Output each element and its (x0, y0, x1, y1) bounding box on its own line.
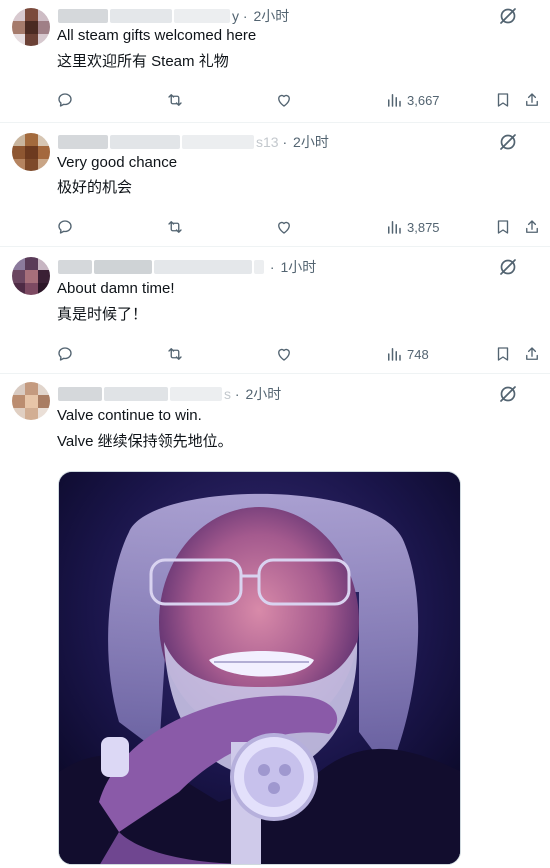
post-text-en: About damn time! (57, 280, 175, 297)
views-button[interactable]: 748 (385, 342, 429, 366)
post-time[interactable]: 2小时 (253, 6, 289, 26)
handle-redacted (254, 260, 264, 274)
share-button[interactable] (523, 215, 541, 239)
action-bar: 748 (0, 342, 550, 366)
views-count: 3,667 (407, 92, 440, 108)
share-icon (526, 93, 538, 106)
post-image[interactable] (58, 471, 461, 865)
post-text-zh: 真是时候了！ (57, 306, 148, 323)
handle-redacted[interactable] (110, 9, 172, 23)
handle-redacted (154, 260, 252, 274)
grok-icon[interactable] (498, 384, 518, 404)
portrait-photo (59, 472, 460, 864)
reply-icon (58, 93, 72, 107)
reply-button[interactable] (56, 88, 74, 112)
post[interactable]: · 1小时 About damn time! 真是时候了！ 748 (0, 247, 550, 374)
repost-button[interactable] (166, 88, 184, 112)
handle-fragment: s (224, 386, 231, 402)
post-text-en: Very good chance (57, 154, 178, 171)
display-name-redacted[interactable] (58, 260, 92, 274)
grok-icon[interactable] (498, 6, 518, 26)
action-bar: 3,667 (0, 88, 550, 112)
share-icon (526, 220, 538, 233)
post[interactable]: s13 · 2小时 Very good chance 极好的机会 3,875 (0, 123, 550, 247)
post-header: s13 · 2小时 (58, 132, 329, 152)
bookmark-icon (497, 347, 509, 361)
handle-redacted (170, 387, 222, 401)
repost-icon (168, 348, 182, 360)
timeline: y · 2小时 All steam gifts welcomed here 这里… (0, 0, 550, 868)
bookmark-button[interactable] (494, 215, 512, 239)
views-button[interactable]: 3,667 (385, 88, 440, 112)
grok-icon[interactable] (498, 132, 518, 152)
views-icon (388, 94, 401, 107)
post-text-zh: 极好的机会 (57, 179, 133, 196)
reply-button[interactable] (56, 215, 74, 239)
display-name-redacted[interactable] (58, 387, 102, 401)
post-text-zh: Valve 继续保持领先地位。 (57, 433, 233, 450)
post-text-en: All steam gifts welcomed here (57, 27, 257, 44)
action-bar: 3,875 (0, 215, 550, 239)
reply-button[interactable] (56, 342, 74, 366)
bookmark-button[interactable] (494, 88, 512, 112)
display-name-redacted[interactable] (58, 9, 108, 23)
handle-redacted[interactable] (104, 387, 168, 401)
reply-icon (58, 220, 72, 234)
bookmark-icon (497, 93, 509, 107)
handle-fragment: s13 (256, 134, 279, 150)
like-button[interactable] (275, 215, 293, 239)
post-text-en: Valve continue to win. (57, 407, 202, 424)
handle-redacted[interactable] (94, 260, 152, 274)
display-name-redacted[interactable] (58, 135, 108, 149)
repost-icon (168, 94, 182, 106)
views-button[interactable]: 3,875 (385, 215, 440, 239)
avatar[interactable] (12, 133, 50, 171)
repost-button[interactable] (166, 342, 184, 366)
like-icon (278, 348, 290, 361)
bookmark-button[interactable] (494, 342, 512, 366)
views-count: 748 (407, 346, 429, 362)
like-icon (278, 94, 290, 107)
bookmark-icon (497, 220, 509, 234)
grok-icon[interactable] (498, 257, 518, 277)
share-button[interactable] (523, 88, 541, 112)
handle-redacted[interactable] (110, 135, 180, 149)
avatar[interactable] (12, 382, 50, 420)
post-header: s · 2小时 (58, 384, 281, 404)
post-time[interactable]: 2小时 (293, 132, 329, 152)
avatar[interactable] (12, 8, 50, 46)
views-count: 3,875 (407, 219, 440, 235)
repost-icon (168, 221, 182, 233)
share-icon (526, 347, 538, 360)
views-icon (388, 348, 401, 361)
repost-button[interactable] (166, 215, 184, 239)
handle-fragment: y (232, 8, 239, 24)
post-header: y · 2小时 (58, 6, 289, 26)
avatar[interactable] (12, 257, 50, 295)
post[interactable]: y · 2小时 All steam gifts welcomed here 这里… (0, 0, 550, 123)
views-icon (388, 221, 401, 234)
like-button[interactable] (275, 88, 293, 112)
separator-dot: · (239, 8, 252, 24)
post-text-zh: 这里欢迎所有 Steam 礼物 (57, 53, 229, 70)
separator-dot: · (266, 259, 279, 275)
separator-dot: · (231, 386, 244, 402)
reply-icon (58, 347, 72, 361)
separator-dot: · (278, 134, 292, 150)
post-time[interactable]: 1小时 (280, 257, 316, 277)
share-button[interactable] (523, 342, 541, 366)
post-header: · 1小时 (58, 257, 316, 277)
post[interactable]: s · 2小时 Valve continue to win. Valve 继续保… (0, 374, 550, 868)
handle-redacted (182, 135, 254, 149)
like-button[interactable] (275, 342, 293, 366)
like-icon (278, 221, 290, 234)
handle-redacted (174, 9, 230, 23)
post-time[interactable]: 2小时 (245, 384, 281, 404)
